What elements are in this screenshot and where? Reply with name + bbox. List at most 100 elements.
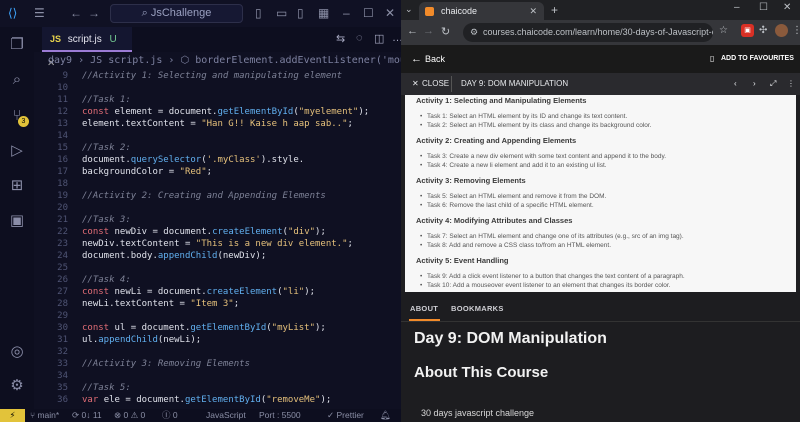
activity-heading: Activity 4: Modifying Attributes and Cla… — [416, 216, 573, 225]
favicon-icon — [425, 7, 434, 16]
reload-icon[interactable]: ↻ — [441, 25, 450, 38]
browser-minimize-icon[interactable]: – — [734, 2, 740, 13]
url-input[interactable]: ⚙ courses.chaicode.com/learn/home/30-day… — [463, 23, 713, 42]
menu-icon[interactable]: ☰ — [34, 6, 45, 20]
status-branch[interactable]: ⑂ main* — [30, 409, 59, 422]
code-token: "div" — [287, 227, 316, 237]
code-token: ); — [358, 107, 370, 117]
next-chapter-icon[interactable]: › — [753, 73, 756, 95]
code-token: //Activity 1: Selecting and manipulating… — [82, 71, 343, 81]
browser-tab-title: chaicode — [441, 6, 478, 16]
code-token: ul. — [82, 335, 99, 345]
code-token: //Task 5: — [82, 383, 131, 393]
forward-arrow-icon[interactable]: → — [88, 6, 100, 20]
nav-forward-icon[interactable]: → — [423, 25, 434, 37]
command-search-box[interactable]: ⌕ JsChallenge — [110, 4, 243, 23]
layout-panel-icon[interactable]: ▭ — [276, 6, 287, 20]
divider — [451, 76, 452, 92]
back-link[interactable]: Back — [425, 54, 445, 64]
browser-maximize-icon[interactable]: ☐ — [759, 2, 768, 13]
code-token: ); — [315, 227, 326, 237]
status-problems[interactable]: ⊗ 0 ⚠ 0 — [114, 409, 145, 422]
nav-back-icon[interactable]: ← — [407, 25, 418, 37]
code-token: document. — [82, 155, 131, 165]
open-changes-icon[interactable]: ⇆ — [336, 32, 345, 45]
bookmark-icon[interactable]: ▯ — [710, 54, 714, 63]
document-viewer[interactable]: Activity 1: Selecting and Manipulating E… — [405, 95, 796, 292]
site-info-icon[interactable]: ⚙ — [470, 23, 478, 42]
code-token: ); — [304, 287, 316, 297]
more-actions-icon[interactable]: … — [392, 32, 401, 44]
chapter-menu-icon[interactable]: ⋮ — [787, 73, 795, 95]
course-details: ABOUT BOOKMARKS Day 9: DOM Manipulation … — [401, 292, 800, 422]
code-token: "Red" — [179, 167, 207, 177]
add-to-favourites-button[interactable]: ADD TO FAVOURITES — [721, 55, 794, 62]
browser-tab-strip: ⌄ chaicode ✕ + – ☐ ✕ — [401, 0, 800, 20]
fullscreen-icon[interactable]: ⤢ — [770, 73, 776, 95]
code-token: element = document. — [114, 107, 218, 117]
task-item: Task 5: Select an HTML element and remov… — [420, 193, 606, 200]
close-button[interactable]: CLOSE — [422, 73, 449, 95]
active-tab-indicator — [409, 319, 440, 321]
code-token: createElement — [206, 287, 278, 297]
breadcrumb[interactable]: day9 › JS script.js › ⬡ borderElement.ad… — [34, 52, 401, 70]
search-text: JsChallenge — [150, 7, 212, 19]
code-line[interactable]: 36 var ele = document.getElementById("rem… — [34, 394, 401, 407]
code-token: ).style. — [260, 155, 305, 165]
code-token: const — [82, 227, 115, 237]
extensions-puzzle-icon[interactable]: ✣ — [759, 25, 767, 36]
status-sync[interactable]: ⟳ 0↓ 11 — [72, 409, 102, 422]
status-language[interactable]: JavaScript — [206, 409, 246, 422]
editor-tab-bar: JS script.js U ✕ ⇆ ◌ ◫ … — [34, 27, 401, 69]
run-debug-icon[interactable]: ▷ — [8, 142, 26, 160]
site-header: ← Back ▯ ADD TO FAVOURITES — [401, 45, 800, 73]
back-arrow-icon[interactable]: ← — [411, 53, 422, 65]
scm-badge: 3 — [18, 116, 29, 127]
browser-tab[interactable]: chaicode ✕ — [419, 2, 544, 20]
tab-script-js[interactable]: JS script.js U ✕ — [42, 27, 132, 69]
sync-count: 0↓ 11 — [81, 410, 102, 420]
close-icon[interactable]: ✕ — [385, 6, 395, 20]
prev-chapter-icon[interactable]: ‹ — [734, 73, 737, 95]
layout-sidebar-icon[interactable]: ▯ — [255, 6, 262, 20]
code-token: "removeMe" — [266, 395, 321, 405]
remote-indicator-icon[interactable]: ⚡ — [0, 409, 25, 422]
url-text: courses.chaicode.com/learn/home/30-days-… — [483, 27, 713, 37]
code-token: element.textContent = — [82, 119, 202, 129]
search-icon[interactable]: ⌕ — [8, 71, 26, 89]
code-token: newLi = document. — [114, 287, 207, 297]
status-info[interactable]: Ⓘ 0 — [162, 409, 178, 422]
split-editor-icon[interactable]: ◫ — [374, 32, 384, 45]
tab-bookmarks[interactable]: BOOKMARKS — [451, 304, 504, 313]
activity-heading: Activity 1: Selecting and Manipulating E… — [416, 96, 587, 105]
account-icon[interactable]: ◎ — [8, 343, 26, 361]
browser-close-icon[interactable]: ✕ — [783, 2, 791, 13]
browser-menu-icon[interactable]: ⋮ — [792, 25, 800, 36]
chapter-title: DAY 9: DOM MANIPULATION — [461, 79, 569, 88]
tab-search-icon[interactable]: ⌄ — [405, 4, 413, 15]
extensions-icon[interactable]: ⊞ — [8, 177, 26, 195]
tab-about[interactable]: ABOUT — [410, 304, 438, 313]
browser-tab-close-icon[interactable]: ✕ — [529, 2, 537, 20]
extension-icon[interactable]: ▣ — [741, 24, 754, 37]
status-port[interactable]: Port : 5500 — [259, 409, 301, 422]
close-x-icon[interactable]: ✕ — [412, 73, 419, 95]
status-prettier[interactable]: ✓ Prettier — [327, 409, 364, 422]
remote-explorer-icon[interactable]: ▣ — [8, 212, 26, 230]
code-token: (newDiv); — [217, 251, 267, 261]
go-live-icon[interactable]: ◌ — [356, 32, 363, 44]
settings-gear-icon[interactable]: ⚙ — [8, 377, 26, 395]
explorer-icon[interactable]: ❐ — [8, 36, 26, 54]
maximize-icon[interactable]: ☐ — [363, 6, 374, 20]
layout-secondary-icon[interactable]: ▯ — [297, 6, 304, 20]
chapter-bar: ✕ CLOSE DAY 9: DOM MANIPULATION ‹ › ⤢ ⋮ — [401, 73, 800, 95]
minimize-icon[interactable]: – — [343, 6, 350, 20]
code-token: getElementById — [184, 395, 261, 405]
notifications-bell-icon[interactable]: 🔔︎ — [380, 409, 391, 422]
code-editor[interactable]: 9//Activity 1: Selecting and manipulatin… — [34, 70, 401, 409]
new-tab-icon[interactable]: + — [551, 3, 558, 17]
back-arrow-icon[interactable]: ← — [70, 6, 82, 20]
customize-layout-icon[interactable]: ▦ — [318, 6, 329, 20]
profile-avatar[interactable] — [775, 24, 788, 37]
bookmark-star-icon[interactable]: ☆ — [719, 25, 728, 36]
